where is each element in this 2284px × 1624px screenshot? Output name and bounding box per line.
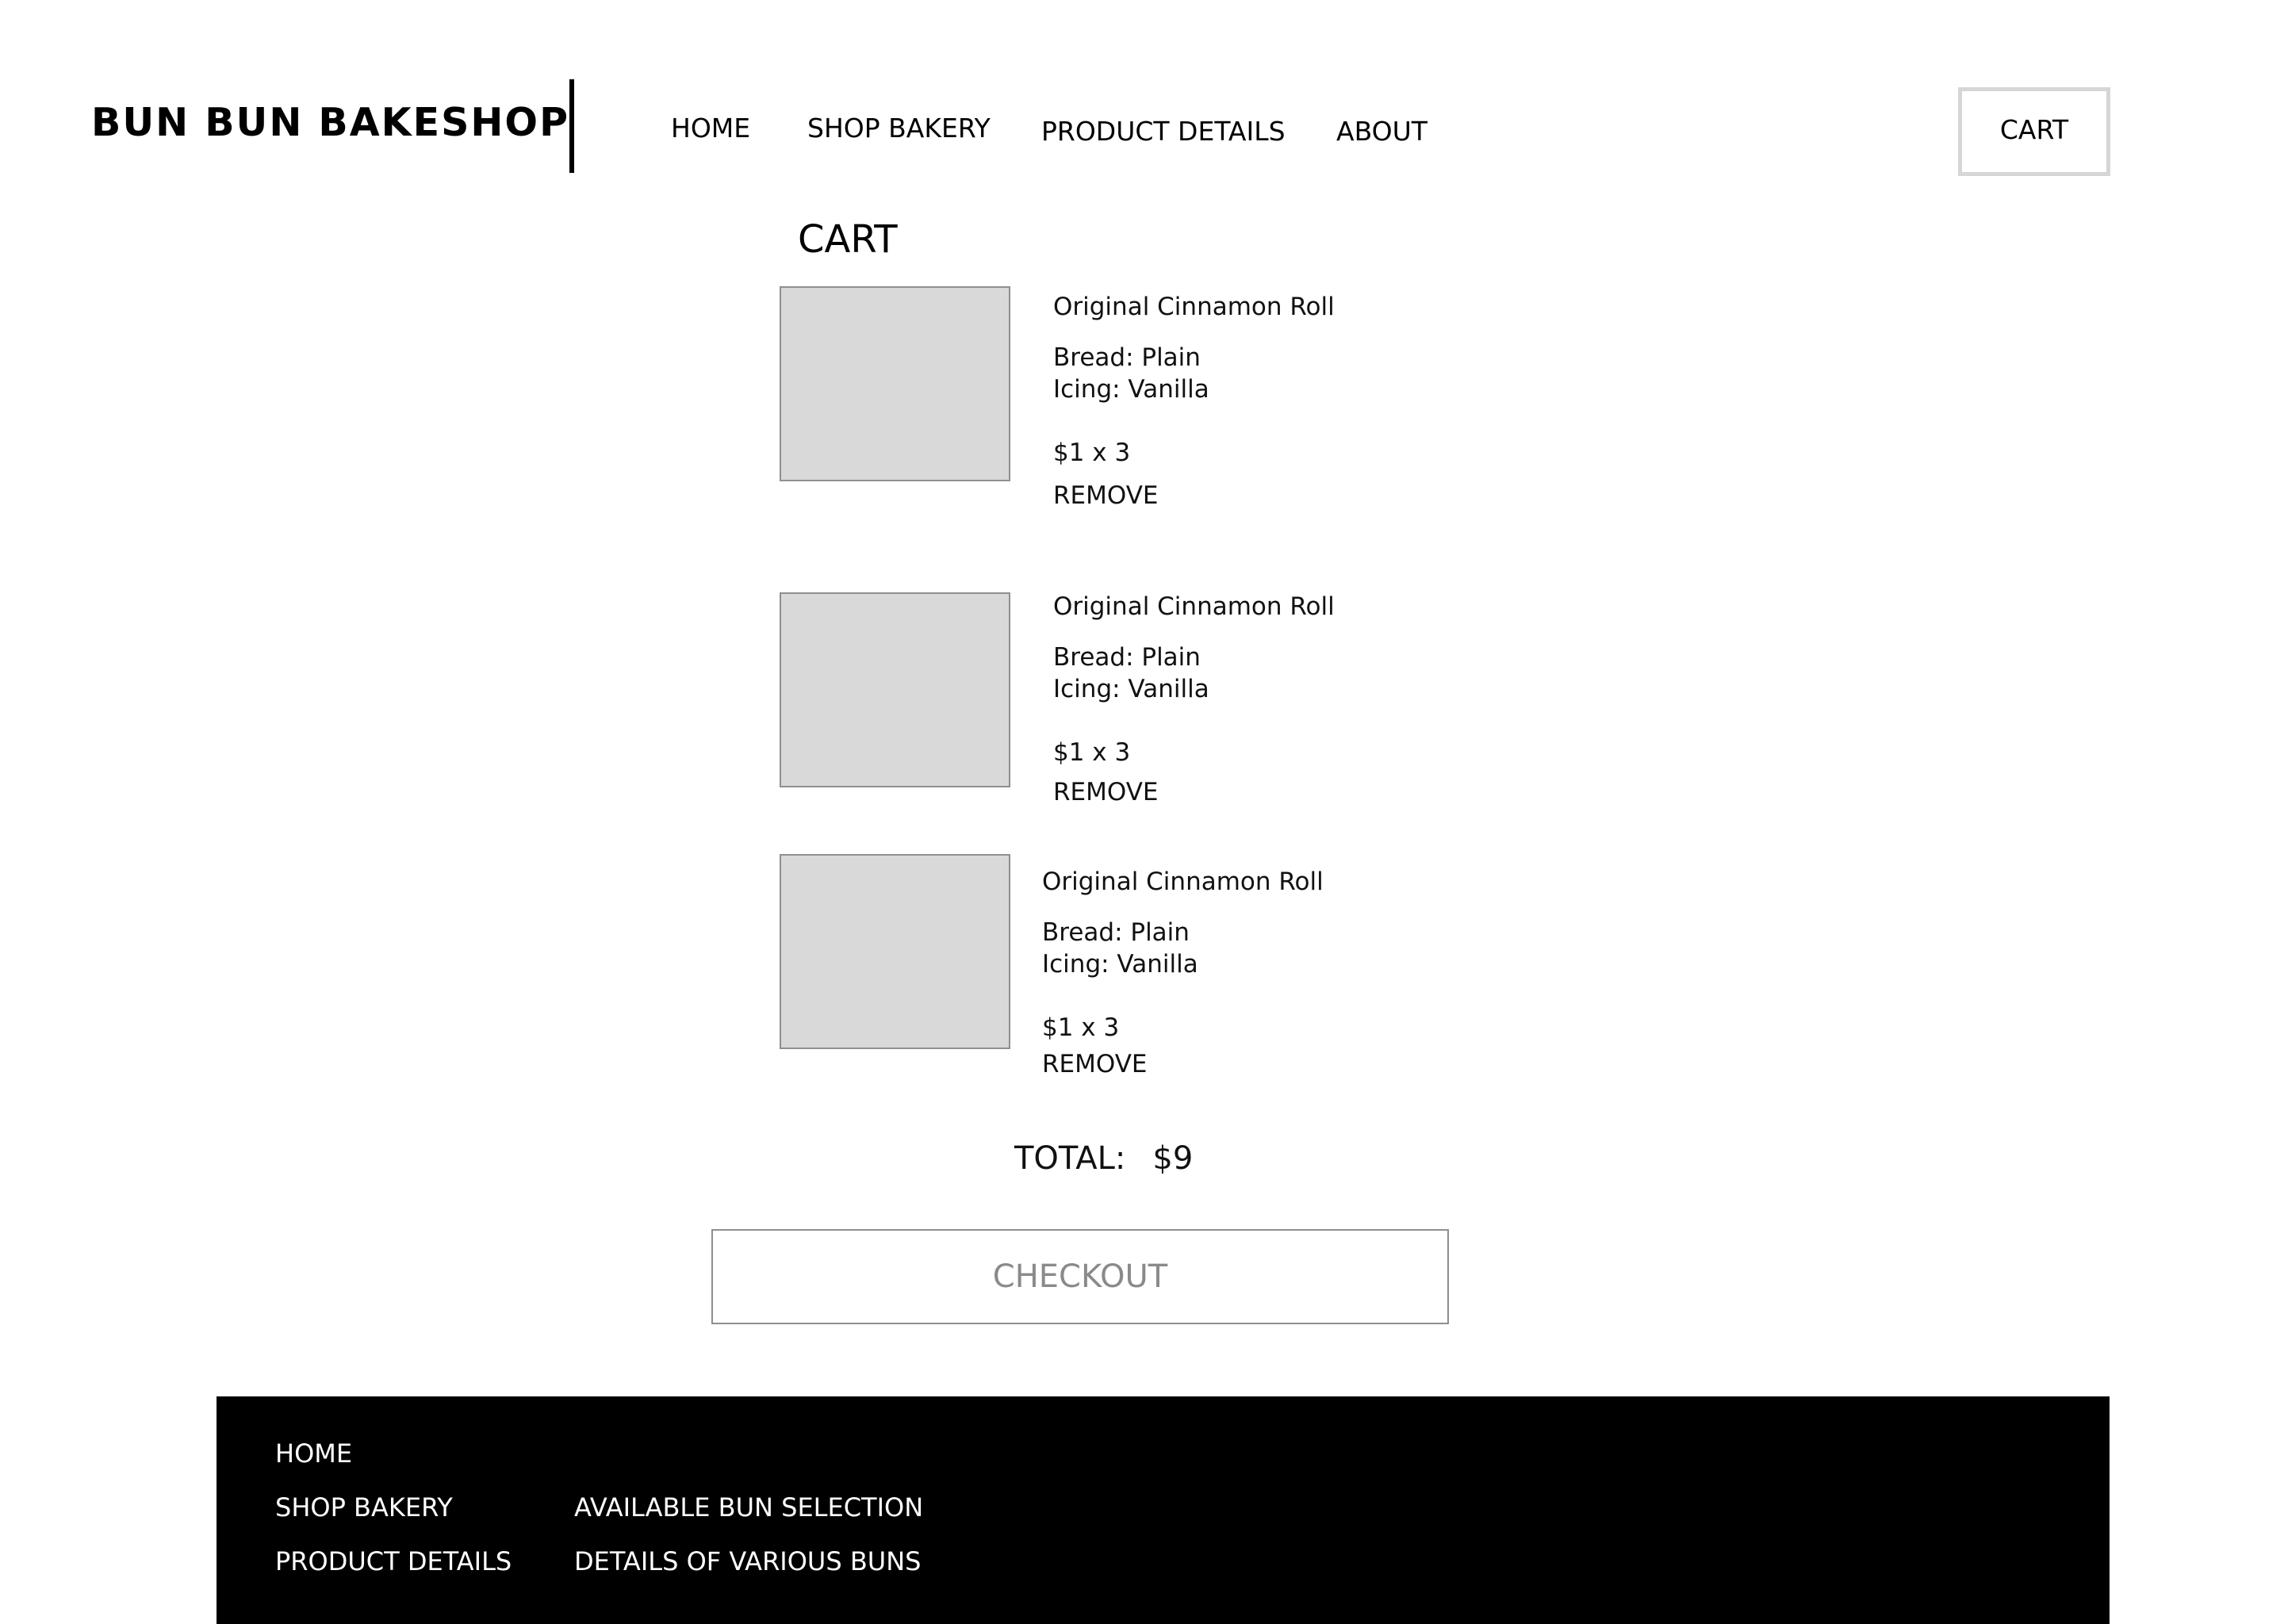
checkout-button[interactable]: CHECKOUT: [711, 1229, 1449, 1324]
remove-item-button[interactable]: REMOVE: [1053, 481, 1159, 510]
item-price-quantity: $1 x 3: [1053, 738, 1131, 767]
nav-product-details-link[interactable]: PRODUCT DETAILS: [1041, 114, 1286, 149]
nav-home-link[interactable]: HOME: [671, 111, 750, 146]
footer-available-bun-selection-link[interactable]: AVAILABLE BUN SELECTION: [574, 1490, 923, 1525]
nav-about-link[interactable]: ABOUT: [1336, 114, 1428, 149]
cart-button-label: CART: [1999, 113, 2069, 145]
site-footer: HOME SHOP BAKERY PRODUCT DETAILS AVAILAB…: [217, 1396, 2110, 1624]
footer-home-link[interactable]: HOME: [275, 1436, 352, 1471]
cart-button[interactable]: CART: [1958, 87, 2110, 176]
item-name: Original Cinnamon Roll: [1053, 293, 1335, 321]
remove-item-button[interactable]: REMOVE: [1042, 1050, 1148, 1078]
footer-product-details-link[interactable]: PRODUCT DETAILS: [275, 1544, 512, 1579]
footer-shop-bakery-link[interactable]: SHOP BAKERY: [275, 1490, 453, 1525]
product-image-placeholder: [780, 286, 1010, 481]
item-bread-option: Bread: Plain: [1053, 343, 1201, 372]
footer-details-of-various-buns-link[interactable]: DETAILS OF VARIOUS BUNS: [574, 1544, 921, 1579]
checkout-button-label: CHECKOUT: [992, 1258, 1168, 1295]
nav-shop-bakery-link[interactable]: SHOP BAKERY: [807, 111, 991, 146]
total-value: $9: [1152, 1140, 1194, 1177]
product-image-placeholder: [780, 854, 1010, 1049]
item-bread-option: Bread: Plain: [1042, 918, 1190, 947]
item-name: Original Cinnamon Roll: [1042, 868, 1324, 896]
brand-divider: [569, 79, 574, 173]
product-image-placeholder: [780, 592, 1010, 787]
item-icing-option: Icing: Vanilla: [1053, 675, 1209, 703]
item-icing-option: Icing: Vanilla: [1053, 375, 1209, 404]
item-name: Original Cinnamon Roll: [1053, 592, 1335, 621]
total-label: TOTAL:: [1014, 1140, 1126, 1177]
remove-item-button[interactable]: REMOVE: [1053, 778, 1159, 806]
cart-title: CART: [798, 217, 898, 262]
brand-logo[interactable]: BUN BUN BAKESHOP: [91, 95, 569, 151]
item-price-quantity: $1 x 3: [1053, 439, 1131, 467]
item-bread-option: Bread: Plain: [1053, 643, 1201, 672]
cart-total: TOTAL: $9: [1014, 1137, 1193, 1180]
item-price-quantity: $1 x 3: [1042, 1013, 1120, 1042]
item-icing-option: Icing: Vanilla: [1042, 950, 1198, 979]
